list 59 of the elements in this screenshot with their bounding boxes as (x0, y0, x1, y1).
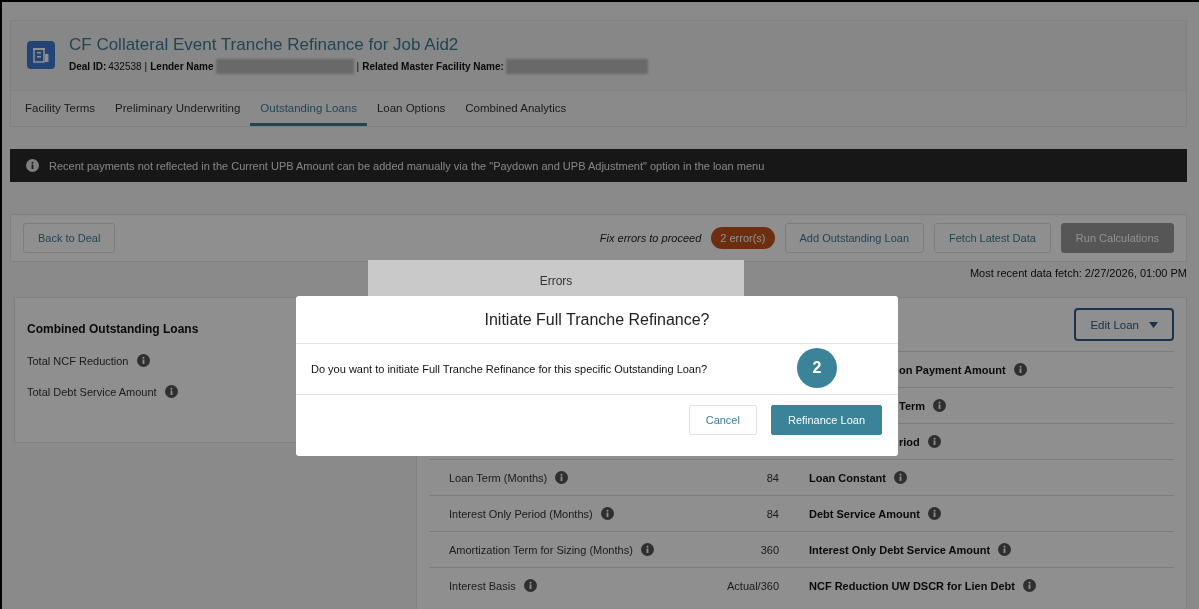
field-label: Amortization Term for Sizing (Months) (449, 543, 633, 556)
field-label: Loan Constant (809, 471, 886, 484)
info-icon (927, 507, 941, 520)
tab[interactable]: Combined Analytics (455, 91, 577, 126)
info-icon (1013, 363, 1027, 376)
tab[interactable]: Facility Terms (15, 91, 106, 126)
field-value: 360 (760, 543, 779, 556)
meta-label: Lender Name (150, 61, 214, 72)
error-count-badge[interactable]: 2 error(s) (711, 227, 775, 249)
info-icon (933, 399, 947, 412)
field-label: on Payment Amount (899, 363, 1006, 376)
refinance-button[interactable]: Refinance Loan (770, 405, 882, 435)
status-text: Fix errors to proceed (599, 232, 702, 244)
field-label: Term (899, 399, 926, 412)
info-icon (555, 471, 569, 484)
info-icon (894, 471, 907, 484)
info-icon (927, 435, 941, 448)
field-label: Interest Only Debt Service Amount (809, 543, 991, 556)
field-label: NCF Reduction UW DSCR for Lien Debt (809, 579, 1015, 592)
fetch-note: Most recent data fetch: 2/27/2026, 01:00 PM (969, 267, 1187, 279)
cancel-button[interactable]: Cancel (688, 405, 757, 435)
tab[interactable]: Loan Options (366, 91, 456, 126)
field-label: Total Debt Service Amount (27, 385, 157, 398)
dialog-message: Do you want to initiate Full Tranche Refinance for this specific Outstanding Loan? (311, 363, 708, 375)
building-icon (27, 40, 55, 69)
caret-icon (1149, 321, 1158, 328)
info-icon (640, 543, 654, 556)
notice-text: Recent payments not reflected in the Current UPB Amount can be added manually via the "Paydown and UPB Adjustment" option in the loan menu (49, 159, 765, 172)
info-icon (998, 543, 1012, 556)
info-icon (1022, 579, 1036, 592)
dialog-title: Initiate Full Tranche Refinance? (296, 296, 898, 344)
step-badge: 2 (797, 348, 837, 388)
field-label: Total NCF Reduction (27, 354, 129, 367)
field-value: 84 (766, 507, 779, 520)
meta-label: Deal ID: (69, 61, 107, 72)
info-icon (136, 354, 150, 367)
action-button[interactable]: Add Outstanding Loan (784, 223, 924, 253)
field-value: 84 (766, 471, 779, 484)
card-title: Combined Outstanding Loans (27, 322, 200, 336)
info-icon (523, 579, 537, 592)
separator: | (144, 61, 148, 72)
tab[interactable]: Preliminary Underwriting (105, 91, 251, 126)
meta-value: 432538 (108, 61, 142, 72)
meta-label: Related Master Facility Name: (362, 61, 504, 72)
edit-loan-button[interactable]: Edit Loan (1074, 308, 1174, 341)
field-label: Interest Only Period (Months) (449, 507, 593, 520)
field-label: Loan Term (Months) (449, 471, 548, 484)
field-label: Debt Service Amount (809, 507, 920, 520)
info-icon (26, 159, 39, 172)
action-button[interactable]: Fetch Latest Data (934, 223, 1051, 253)
info-icon (600, 507, 614, 520)
field-label: Interest Basis (449, 579, 516, 592)
info-icon (164, 385, 178, 398)
separator: | (356, 61, 360, 72)
back-button[interactable]: Back to Deal (23, 223, 116, 253)
field-label: riod (899, 435, 920, 448)
tab[interactable]: Outstanding Loans (250, 91, 367, 126)
deal-title: CF Collateral Event Tranche Refinance for Job Aid2 (69, 35, 460, 55)
field-value: Actual/360 (727, 579, 779, 592)
